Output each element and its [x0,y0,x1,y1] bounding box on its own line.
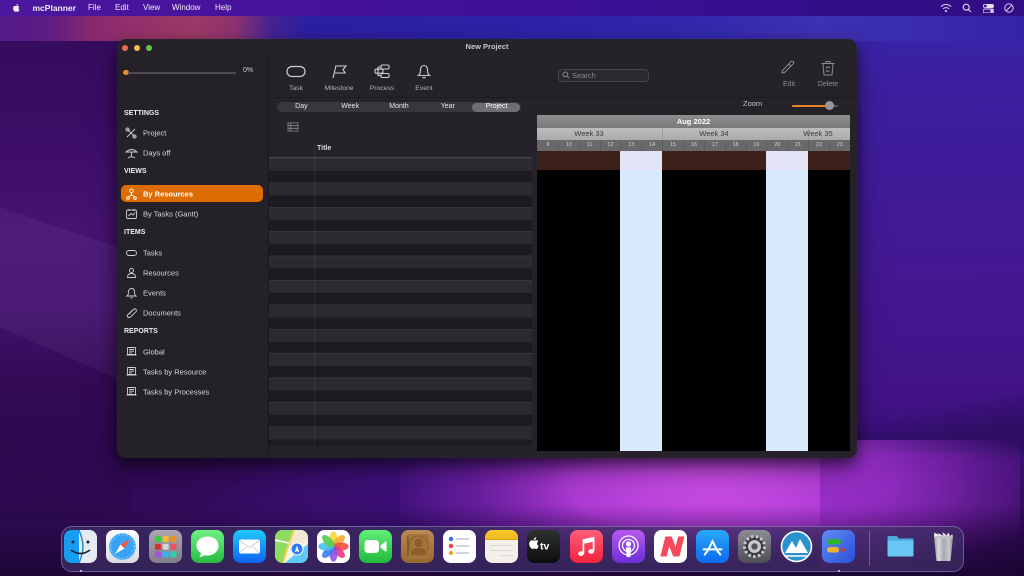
svg-text:tv: tv [540,541,549,553]
